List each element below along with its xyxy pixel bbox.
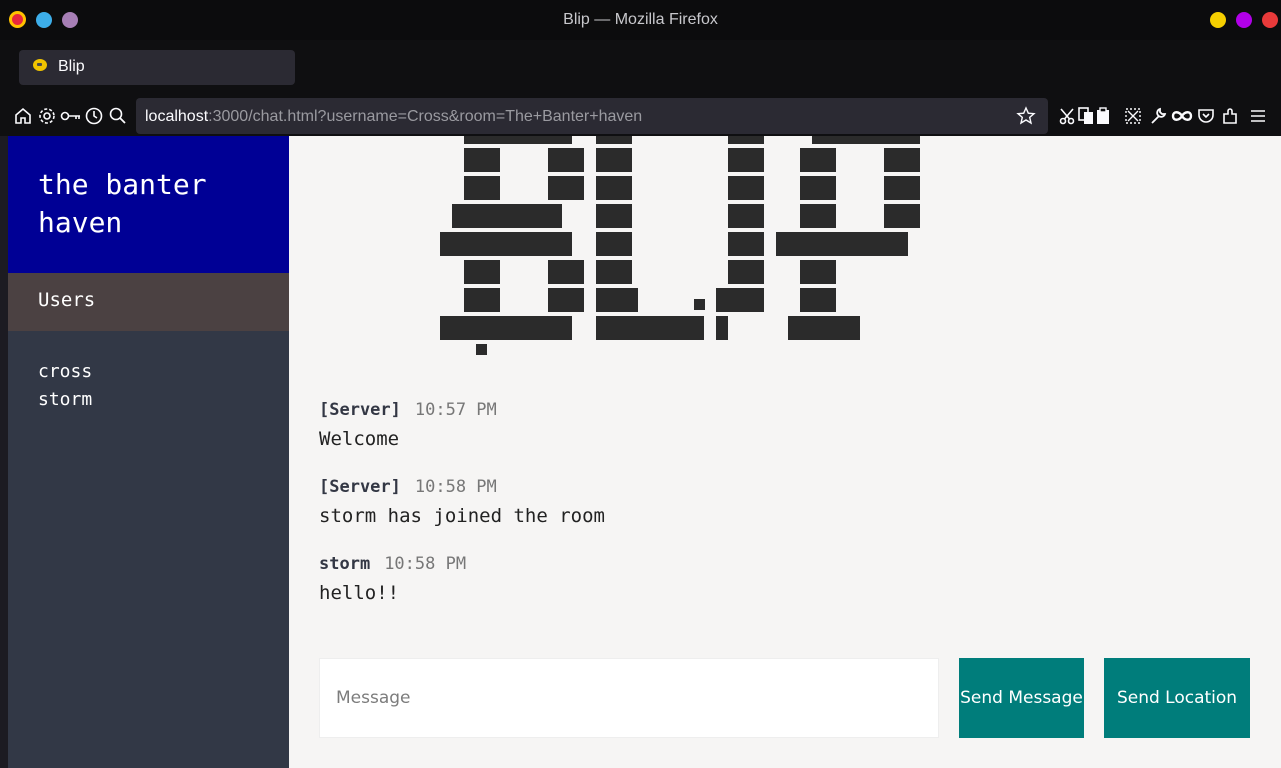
message-composer: Send Message Send Location (319, 658, 1251, 738)
pocket-icon[interactable] (1196, 106, 1216, 126)
message-time: 10:58 PM (384, 554, 467, 574)
blip-favicon-icon (33, 59, 47, 71)
window-close-button[interactable] (1262, 12, 1278, 28)
message-input[interactable] (319, 658, 939, 738)
message-username: storm (319, 554, 371, 574)
message-meta: [Server] 10:57 PM (319, 398, 1219, 422)
hamburger-menu-icon[interactable] (1248, 106, 1268, 126)
message-item: [Server] 10:58 PM storm has joined the ro… (319, 475, 1219, 531)
key-icon[interactable] (60, 106, 82, 126)
message-item: [Server] 10:57 PM Welcome (319, 398, 1219, 454)
message-text: hello!! (319, 582, 400, 604)
bookmark-star-icon[interactable] (1016, 106, 1036, 126)
message-username: [Server] (319, 477, 401, 497)
sidebar: the banter haven Users cross storm (8, 136, 289, 768)
message-time: 10:57 PM (414, 400, 497, 420)
url-text: localhost:3000/chat.html?username=Cross&… (145, 108, 642, 126)
message-meta: [Server] 10:58 PM (319, 475, 1219, 499)
blip-ascii-logo (437, 136, 927, 355)
screenshot-icon[interactable] (1123, 106, 1143, 126)
gear-icon[interactable] (37, 106, 57, 126)
send-message-button[interactable]: Send Message (959, 658, 1084, 738)
history-clock-icon[interactable] (84, 106, 104, 126)
message-meta: storm 10:58 PM (319, 552, 1219, 576)
send-location-button[interactable]: Send Location (1104, 658, 1250, 738)
private-mask-icon[interactable] (1171, 106, 1193, 126)
user-item: storm (38, 389, 93, 410)
message-text: Welcome (319, 428, 400, 450)
scissors-icon[interactable] (1058, 106, 1078, 126)
tab-blip[interactable]: Blip (19, 50, 295, 85)
chat-page: the banter haven Users cross storm [Serv… (8, 136, 1281, 768)
navigation-bar: localhost:3000/chat.html?username=Cross&… (0, 96, 1281, 136)
message-time: 10:58 PM (414, 477, 497, 497)
message-text: storm has joined the room (319, 505, 605, 527)
paste-clipboard-icon[interactable] (1093, 106, 1113, 126)
user-list: cross storm (38, 358, 92, 414)
url-host: localhost (145, 108, 209, 125)
search-icon[interactable] (108, 106, 128, 126)
message-list: [Server] 10:57 PM Welcome [Server] 10:58 P… (319, 398, 1219, 629)
message-item: storm 10:58 PM hello!! (319, 552, 1219, 608)
tab-strip: Blip (0, 40, 1281, 96)
user-item: cross (38, 361, 93, 382)
room-header: the banter haven (8, 136, 289, 273)
wrench-icon[interactable] (1148, 106, 1168, 126)
window-titlebar: Blip — Mozilla Firefox (0, 0, 1281, 40)
window-maximize-button[interactable] (1236, 12, 1252, 28)
room-title: the banter haven (38, 168, 207, 239)
url-path: :3000/chat.html?username=Cross&room=The+… (208, 108, 643, 125)
users-header: Users (8, 273, 289, 331)
extensions-icon[interactable] (1220, 106, 1240, 126)
window-minimize-button[interactable] (1210, 12, 1226, 28)
chat-area: [Server] 10:57 PM Welcome [Server] 10:58 P… (289, 136, 1281, 768)
message-username: [Server] (319, 400, 401, 420)
home-icon[interactable] (13, 106, 33, 126)
window-title: Blip — Mozilla Firefox (563, 11, 718, 28)
tab-label: Blip (58, 58, 85, 75)
users-title: Users (38, 289, 96, 311)
url-bar[interactable]: localhost:3000/chat.html?username=Cross&… (136, 98, 1048, 134)
